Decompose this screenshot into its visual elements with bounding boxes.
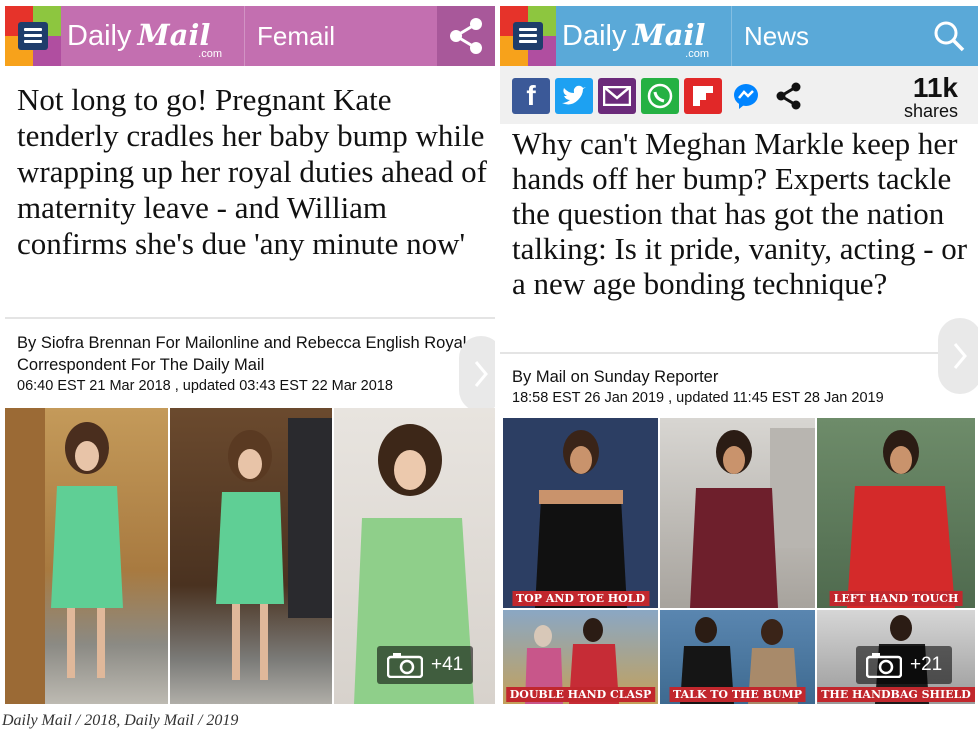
search-icon bbox=[934, 21, 965, 52]
share-button[interactable] bbox=[437, 6, 495, 66]
gallery-count: +41 bbox=[431, 654, 464, 675]
menu-icon bbox=[513, 22, 543, 50]
femail-article-screenshot: Daily Mail .com Femail Not long to go! P… bbox=[5, 6, 495, 704]
daily-mail-logo[interactable]: Daily Mail .com bbox=[556, 6, 732, 66]
twitter-icon bbox=[562, 85, 586, 105]
daily-mail-logo[interactable]: Daily Mail .com bbox=[61, 6, 245, 66]
menu-button[interactable] bbox=[500, 6, 556, 66]
divider bbox=[500, 352, 978, 354]
news-article-screenshot: Daily Mail .com News f 11k shares Why ca… bbox=[500, 6, 978, 704]
camera-icon bbox=[866, 653, 902, 678]
article-photo[interactable] bbox=[5, 408, 168, 704]
chevron-right-icon bbox=[474, 361, 488, 387]
more-share-button[interactable] bbox=[770, 78, 808, 114]
site-header: Daily Mail .com News bbox=[500, 6, 978, 66]
camera-icon bbox=[387, 653, 423, 678]
whatsapp-icon bbox=[647, 83, 673, 109]
menu-icon bbox=[18, 22, 48, 50]
photo-caption: LEFT HAND TOUCH bbox=[829, 591, 963, 606]
photo-caption: TALK TO THE BUMP bbox=[669, 687, 806, 702]
image-credit: Daily Mail / 2018, Daily Mail / 2019 bbox=[2, 712, 239, 729]
section-title: News bbox=[744, 20, 810, 51]
share-icon bbox=[450, 18, 482, 54]
article-photo[interactable]: TALK TO THE BUMP bbox=[660, 610, 815, 704]
flipboard-share-button[interactable] bbox=[684, 78, 722, 114]
photo-caption: TOP AND TOE HOLD bbox=[511, 591, 650, 606]
search-button[interactable] bbox=[920, 6, 978, 66]
share-count: 11k bbox=[912, 72, 958, 103]
messenger-icon bbox=[734, 84, 758, 109]
share-bar: f 11k shares bbox=[500, 66, 978, 124]
next-article-button[interactable] bbox=[459, 336, 495, 412]
twitter-share-button[interactable] bbox=[555, 78, 593, 114]
site-header: Daily Mail .com Femail bbox=[5, 6, 495, 66]
article-photo[interactable]: TOP AND TOE HOLD bbox=[503, 418, 658, 608]
article-byline: By Mail on Sunday Reporter bbox=[512, 368, 719, 386]
share-counter: 11k shares bbox=[903, 72, 958, 121]
article-dates: 18:58 EST 26 Jan 2019 , updated 11:45 ES… bbox=[512, 390, 884, 406]
article-headline: Not long to go! Pregnant Kate tenderly c… bbox=[17, 82, 488, 261]
email-icon bbox=[603, 86, 631, 106]
next-article-button[interactable] bbox=[938, 318, 978, 394]
photo-caption: THE HANDBAG SHIELD bbox=[817, 687, 975, 702]
article-photo[interactable]: DOUBLE HAND CLASP bbox=[503, 610, 658, 704]
whatsapp-share-button[interactable] bbox=[641, 78, 679, 114]
gallery-count: +21 bbox=[910, 654, 943, 675]
photo-caption: DOUBLE HAND CLASP bbox=[505, 687, 656, 702]
article-photo[interactable] bbox=[170, 408, 332, 704]
facebook-share-button[interactable]: f bbox=[512, 78, 550, 114]
share-label: shares bbox=[903, 101, 958, 121]
gallery-button[interactable]: +41 bbox=[377, 646, 474, 684]
email-share-button[interactable] bbox=[598, 78, 636, 114]
article-photo[interactable] bbox=[660, 418, 815, 608]
article-photo[interactable]: LEFT HAND TOUCH bbox=[817, 418, 975, 608]
share-icon bbox=[776, 82, 801, 110]
menu-button[interactable] bbox=[5, 6, 61, 66]
article-headline: Why can't Meghan Markle keep her hands o… bbox=[512, 126, 968, 301]
messenger-share-button[interactable] bbox=[727, 78, 765, 114]
gallery-button[interactable]: +21 bbox=[856, 646, 953, 684]
article-byline: By Siofra Brennan For Mailonline and Reb… bbox=[17, 334, 467, 374]
section-title: Femail bbox=[257, 20, 336, 51]
chevron-right-icon bbox=[953, 343, 967, 369]
article-dates: 06:40 EST 21 Mar 2018 , updated 03:43 ES… bbox=[17, 378, 393, 394]
divider bbox=[5, 317, 495, 319]
flipboard-icon bbox=[693, 86, 713, 106]
facebook-icon: f bbox=[526, 80, 536, 111]
